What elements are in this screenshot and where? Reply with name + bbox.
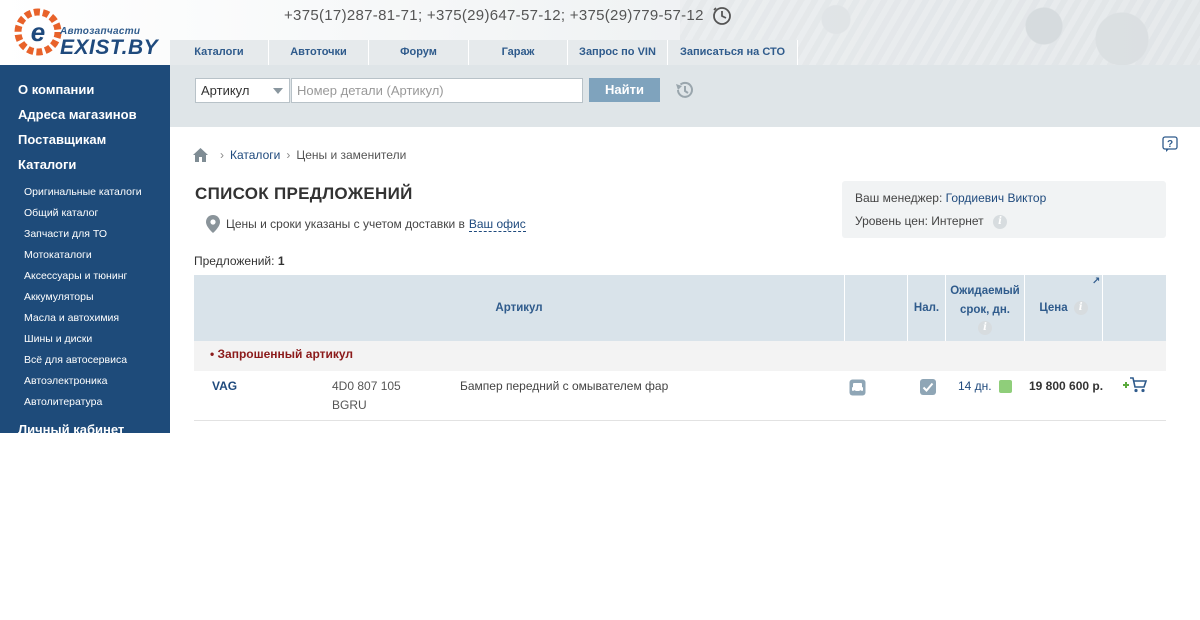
topnav-item-catalogs[interactable]: Каталоги <box>170 40 269 65</box>
breadcrumb-catalogs[interactable]: Каталоги <box>230 148 280 162</box>
sidebar-subitem-accessories[interactable]: Аксессуары и тюнинг <box>0 266 170 287</box>
column-header-price-label: Цена <box>1039 301 1068 314</box>
breadcrumb-separator: › <box>286 148 291 162</box>
home-icon[interactable] <box>193 148 208 162</box>
svg-text:?: ? <box>1167 139 1173 150</box>
in-stock-check-icon <box>920 379 936 395</box>
sidebar-item-stores[interactable]: Адреса магазинов <box>0 102 170 127</box>
price-level-value: Интернет <box>931 214 984 228</box>
manager-info-box: Ваш менеджер: Гордиевич Виктор Уровень ц… <box>842 181 1166 238</box>
sidebar-subitem-batteries[interactable]: Аккумуляторы <box>0 287 170 308</box>
offers-count-value: 1 <box>277 254 285 268</box>
topnav-item-garage[interactable]: Гараж <box>469 40 568 65</box>
offers-table-header: Артикул Нал. Ожидаемый срок, дн. i Цена … <box>194 275 1166 341</box>
search-input[interactable] <box>291 78 583 103</box>
sort-arrow-icon[interactable]: ↗ <box>1092 276 1100 287</box>
top-navigation: Каталоги Автоточки Форум Гараж Запрос по… <box>170 40 798 65</box>
history-icon[interactable] <box>673 79 695 101</box>
row-days-value: 14 дн. <box>958 379 992 393</box>
delivery-office-link[interactable]: Ваш офис <box>468 217 526 232</box>
manager-line: Ваш менеджер: Гордиевич Виктор <box>855 187 1166 210</box>
topnav-item-autopoints[interactable]: Автоточки <box>269 40 369 65</box>
info-icon[interactable]: i <box>992 214 1007 229</box>
sidebar-subitem-tires[interactable]: Шины и диски <box>0 329 170 350</box>
topnav-item-vin-request[interactable]: Запрос по VIN <box>568 40 668 65</box>
site-logo[interactable]: e Автозапчасти EXIST.BY <box>14 4 164 60</box>
delivery-text: Цены и сроки указаны с учетом доставки в <box>226 217 465 231</box>
row-brand[interactable]: VAG <box>212 379 237 393</box>
search-button[interactable]: Найти <box>589 78 660 102</box>
help-icon[interactable]: ? <box>1162 136 1178 152</box>
sidebar-subitem-oils[interactable]: Масла и автохимия <box>0 308 170 329</box>
availability-status-icon <box>998 379 1012 393</box>
sidebar-subitem-autoservice[interactable]: Всё для автосервиса <box>0 350 170 371</box>
info-icon[interactable]: i <box>978 320 992 335</box>
column-header-stock[interactable]: Нал. <box>908 275 946 341</box>
sidebar: О компании Адреса магазинов Поставщикам … <box>0 65 170 433</box>
logo-wordmark: EXIST.BY <box>60 36 159 59</box>
phone-numbers: +375(17)287-81-71; +375(29)647-57-12; +3… <box>284 7 704 24</box>
sidebar-subitem-electronics[interactable]: Автоэлектроника <box>0 371 170 392</box>
logo-gear-icon: e <box>14 8 62 56</box>
breadcrumb: › Каталоги › Цены и заменители <box>193 147 406 163</box>
column-header-actions <box>1103 275 1166 341</box>
row-description: Бампер передний с омывателем фар <box>460 379 669 393</box>
offers-count-label: Предложений: <box>194 254 275 268</box>
clock-icon[interactable] <box>712 6 732 26</box>
svg-text:e: e <box>31 17 45 47</box>
page-title: СПИСОК ПРЕДЛОЖЕНИЙ <box>195 184 413 203</box>
sidebar-item-catalogs[interactable]: Каталоги <box>0 152 170 177</box>
column-header-spacer <box>845 275 908 341</box>
table-row: VAG 4D0 807 105 BGRU Бампер передний с о… <box>194 371 1166 421</box>
row-article: 4D0 807 105 BGRU <box>332 377 401 415</box>
sidebar-subitem-moto-catalogs[interactable]: Мотокаталоги <box>0 245 170 266</box>
car-icon[interactable] <box>849 379 866 396</box>
breadcrumb-separator: › <box>220 148 224 162</box>
search-type-select[interactable]: Артикул <box>195 78 290 103</box>
site-header: e Автозапчасти EXIST.BY +375(17)287-81-7… <box>0 0 1200 65</box>
breadcrumb-current: Цены и заменители <box>296 148 407 162</box>
column-header-article[interactable]: Артикул <box>194 275 845 341</box>
sidebar-item-about[interactable]: О компании <box>0 77 170 102</box>
price-level-label: Уровень цен: <box>855 214 928 228</box>
topnav-item-forum[interactable]: Форум <box>369 40 469 65</box>
chevron-down-icon <box>273 88 283 94</box>
column-header-expected[interactable]: Ожидаемый срок, дн. i <box>946 275 1025 341</box>
row-price: 19 800 600 р. <box>1029 379 1104 393</box>
sidebar-subitem-maintenance-parts[interactable]: Запчасти для ТО <box>0 224 170 245</box>
add-to-cart-icon[interactable] <box>1122 376 1148 394</box>
manager-label: Ваш менеджер: <box>855 191 943 205</box>
sidebar-item-suppliers[interactable]: Поставщикам <box>0 127 170 152</box>
info-icon[interactable]: i <box>1073 301 1088 315</box>
offers-count: Предложений: 1 <box>194 254 285 268</box>
sidebar-subitem-general-catalog[interactable]: Общий каталог <box>0 203 170 224</box>
row-delivery-days: 14 дн. <box>958 379 1012 393</box>
group-row-requested: • Запрошенный артикул <box>194 341 1166 371</box>
manager-name-link[interactable]: Гордиевич Виктор <box>946 191 1047 205</box>
column-header-expected-line2: срок, дн. <box>959 303 1011 316</box>
price-level-line: Уровень цен: Интернет i <box>855 210 1166 233</box>
sidebar-item-cabinet[interactable]: Личный кабинет <box>0 417 170 433</box>
location-pin-icon <box>206 215 220 233</box>
search-type-value: Артикул <box>201 83 250 98</box>
row-article-number: 4D0 807 105 <box>332 379 401 393</box>
delivery-note: Цены и сроки указаны с учетом доставки в… <box>206 215 526 233</box>
column-header-expected-line1: Ожидаемый <box>950 284 1020 297</box>
topnav-item-service-booking[interactable]: Записаться на СТО <box>668 40 798 65</box>
row-article-suffix: BGRU <box>332 398 367 412</box>
search-bar: Артикул Найти <box>170 65 1200 127</box>
sidebar-subitem-literature[interactable]: Автолитература <box>0 392 170 413</box>
sidebar-subitem-original-catalogs[interactable]: Оригинальные каталоги <box>0 182 170 203</box>
